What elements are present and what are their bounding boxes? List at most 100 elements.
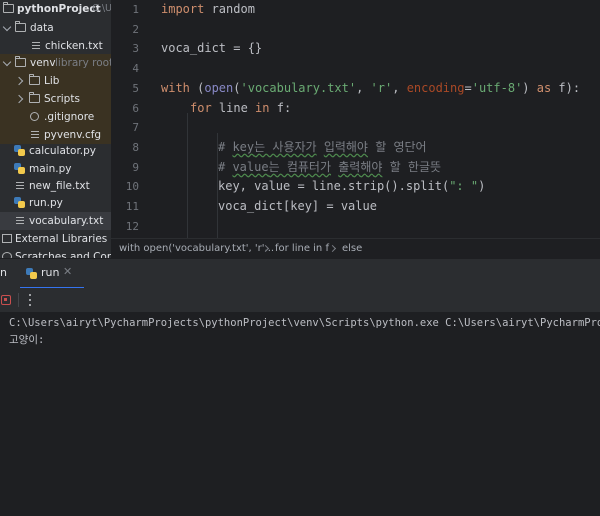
tree-item-label: chicken.txt [45, 40, 103, 52]
folder-icon [15, 56, 26, 67]
python-file-icon [14, 163, 25, 174]
library-icon [2, 234, 12, 243]
line-number: 7 [132, 121, 139, 135]
line-number-gutter: 1 2 3 4 5 6 7 8 9 10 11 12 [111, 0, 153, 238]
close-icon[interactable]: ✕ [63, 265, 72, 278]
code-token: ( [189, 80, 205, 95]
code-token: , [356, 80, 371, 95]
code-token: random [204, 2, 255, 16]
line-number: 4 [132, 62, 139, 76]
tree-item-label: run.py [29, 197, 63, 209]
folder-icon [29, 92, 40, 103]
tree-item-label: new_file.txt [29, 180, 90, 192]
chevron-right-icon[interactable] [14, 76, 24, 86]
tree-item-run-py[interactable]: run.py [0, 194, 111, 212]
folder-icon [15, 21, 26, 32]
stop-icon[interactable] [1, 295, 11, 305]
run-toolbar [0, 288, 600, 313]
tree-item-chicken-txt[interactable]: chicken.txt [0, 37, 111, 55]
tree-item-main-py[interactable]: main.py [0, 160, 111, 178]
code-token: # [218, 139, 233, 154]
code-token: 'r' [370, 80, 393, 95]
line-number: 6 [132, 101, 139, 115]
text-file-icon [15, 181, 25, 192]
tree-item-gitignore[interactable]: .gitignore [0, 108, 111, 126]
tree-item-calculator-py[interactable]: calculator.py [0, 142, 111, 160]
code-token: key [232, 139, 255, 154]
tree-root[interactable]: pythonProject C:\U [0, 0, 111, 18]
line-number: 5 [132, 81, 139, 95]
code-token: 입력해야 [323, 139, 368, 154]
ignore-file-icon [30, 112, 39, 121]
code-token: ": " [449, 179, 479, 194]
breadcrumb-item[interactable]: else [342, 239, 362, 259]
code-token: ) [478, 179, 486, 194]
code-token: open [204, 80, 234, 95]
code-line-1: import random [161, 0, 255, 20]
tree-item-vocabulary-txt[interactable]: vocabulary.txt [0, 212, 111, 230]
chevron-right-icon[interactable] [14, 94, 24, 104]
line-number: 9 [132, 160, 139, 174]
tree-item-data[interactable]: data [0, 19, 111, 37]
tree-item-label: Scripts [44, 93, 80, 105]
code-token: as [536, 80, 552, 95]
tree-item-label: vocabulary.txt [29, 215, 104, 227]
tab-run[interactable]: run ✕ [20, 259, 84, 289]
chevron-down-icon[interactable] [2, 57, 12, 67]
line-number: 12 [125, 219, 139, 233]
text-file-icon [15, 216, 25, 227]
tree-root-label: pythonProject [17, 3, 101, 15]
code-token: 할 한글뜻 [382, 159, 442, 174]
code-token: ) [522, 80, 537, 95]
code-token: = [464, 80, 472, 95]
text-file-icon [31, 41, 41, 52]
tree-item-scratches[interactable]: Scratches and Consoles [0, 248, 111, 258]
breadcrumb-item[interactable]: with open('vocabulary.txt', 'r'... [119, 239, 274, 259]
tree-item-label: venv [30, 57, 56, 69]
code-token: import [161, 2, 205, 16]
tree-item-external-libraries[interactable]: External Libraries [0, 230, 111, 248]
line-number: 1 [132, 3, 139, 16]
breadcrumb-item[interactable]: for line in f [275, 239, 329, 259]
code-token: 출력해야 [338, 159, 383, 174]
tree-item-lib[interactable]: Lib [0, 72, 111, 90]
tree-item-scripts[interactable]: Scripts [0, 90, 111, 108]
folder-icon [3, 2, 14, 13]
toolbar-divider [18, 293, 19, 307]
library-root-note: library root [55, 57, 111, 69]
code-token: 는 컴퓨터가 [268, 159, 332, 174]
tree-item-label: .gitignore [44, 111, 95, 123]
code-line-6: for line in f: [190, 99, 291, 119]
code-line-3: voca_dict = {} [161, 41, 263, 56]
line-number: 2 [132, 22, 139, 36]
code-editor[interactable]: import random voca_dict = {} with (open(… [153, 0, 600, 238]
code-token: ( [233, 80, 241, 95]
code-line-11: voca_dict[key] = value [218, 199, 377, 213]
tree-item-venv[interactable]: venv library root [0, 54, 111, 72]
code-line-9: # value는 컴퓨터가 출력해야 할 한글뜻 [218, 158, 441, 178]
code-token: # [218, 159, 233, 174]
chevron-down-icon[interactable] [2, 22, 12, 32]
code-token: 'vocabulary.txt' [240, 80, 357, 95]
code-line-10: key, value = line.strip().split(": ") [218, 177, 485, 197]
run-console[interactable]: C:\Users\airyt\PycharmProjects\pythonPro… [0, 313, 600, 516]
tool-window-title-fragment: n [0, 266, 7, 279]
chevron-right-icon [328, 244, 337, 253]
tree-item-new-file-txt[interactable]: new_file.txt [0, 177, 111, 195]
code-token: f: [269, 100, 292, 115]
code-token: , [392, 80, 407, 95]
code-token: key, value = line.strip().split( [218, 179, 450, 194]
line-number: 10 [125, 180, 139, 194]
code-token: line [211, 100, 256, 115]
code-token: value [232, 159, 269, 174]
code-token: 'utf-8' [471, 80, 523, 95]
console-line: 고양이: [9, 334, 45, 346]
code-token: 할 영단어 [367, 139, 427, 154]
project-tree: pythonProject C:\U data chicken.txt venv… [0, 0, 111, 258]
more-options-icon[interactable] [28, 292, 32, 308]
code-line-5: with (open('vocabulary.txt', 'r', encodi… [161, 79, 580, 99]
tree-item-label: main.py [29, 163, 72, 175]
code-line-8: # key는 사용자가 입력해야 할 영단어 [218, 138, 427, 158]
python-file-icon [14, 145, 25, 156]
tree-item-label: External Libraries [15, 233, 108, 245]
